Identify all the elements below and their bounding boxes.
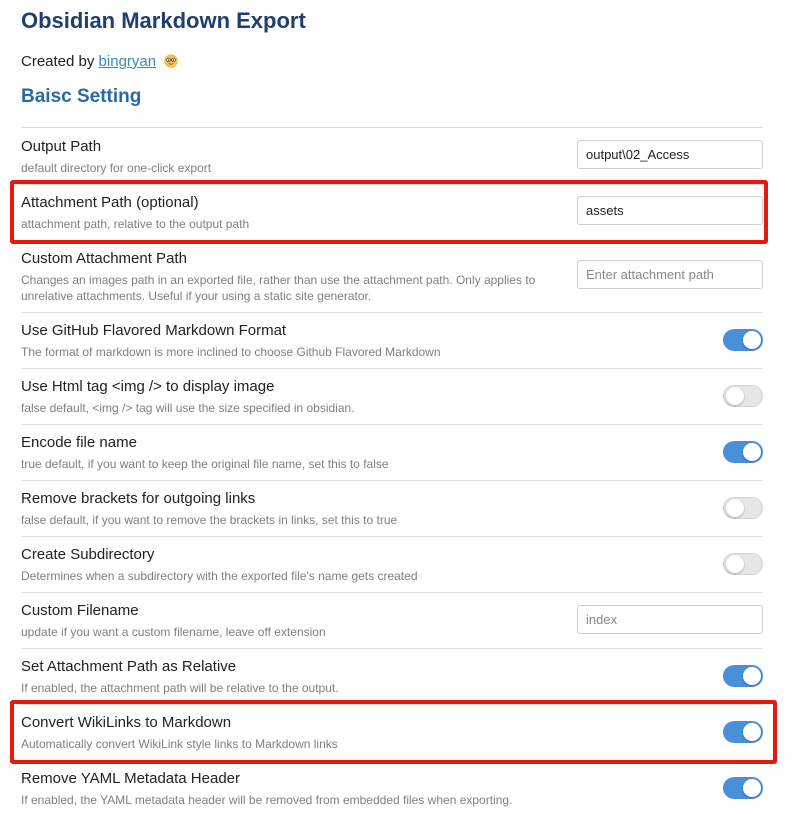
- settings-page: Obsidian Markdown Export Created by bing…: [0, 0, 806, 818]
- page-title: Obsidian Markdown Export: [21, 8, 306, 33]
- setting-title: Convert WikiLinks to Markdown: [21, 714, 232, 731]
- toggle-knob: [743, 723, 761, 741]
- setting-description: Automatically convert WikiLink style lin…: [21, 737, 338, 751]
- toggle-knob: [726, 387, 744, 405]
- remove-brackets-for-outgoing-links-toggle[interactable]: [723, 497, 763, 519]
- setting-row-encode-file-name: Encode file name true default, if you wan…: [21, 424, 763, 481]
- setting-title: Custom Filename: [21, 602, 139, 619]
- setting-description: The format of markdown is more inclined …: [21, 345, 441, 359]
- setting-description: Changes an images path in an exported fi…: [21, 273, 536, 303]
- custom-attachment-path-input[interactable]: [577, 260, 763, 289]
- setting-description: false default, if you want to remove the…: [21, 513, 398, 527]
- setting-row-remove-yaml-metadata-header: Remove YAML Metadata Header If enabled, t…: [21, 760, 763, 816]
- encode-file-name-toggle[interactable]: [723, 441, 763, 463]
- toggle-knob: [726, 555, 744, 573]
- setting-description: update if you want a custom filename, le…: [21, 625, 326, 639]
- setting-title: Remove brackets for outgoing links: [21, 490, 256, 507]
- toggle-knob: [743, 667, 761, 685]
- use-html-tag-img-to-display-image-toggle[interactable]: [723, 385, 763, 407]
- setting-row-custom-attachment-path: Custom Attachment Path Changes an images …: [21, 240, 763, 313]
- setting-title: Custom Attachment Path: [21, 250, 187, 267]
- setting-title: Use Html tag <img /> to display image: [21, 378, 275, 395]
- setting-row-attachment-path-optional: Attachment Path (optional) attachment pat…: [21, 184, 763, 241]
- setting-row-custom-filename: Custom Filename update if you want a cust…: [21, 592, 763, 649]
- setting-title: Output Path: [21, 138, 102, 155]
- toggle-knob: [743, 443, 761, 461]
- created-by-label: Created by: [21, 53, 95, 70]
- setting-row-remove-brackets-for-outgoing-links: Remove brackets for outgoing links false …: [21, 480, 763, 537]
- author-link[interactable]: bingryan: [99, 53, 157, 70]
- setting-description: true default, if you want to keep the or…: [21, 457, 389, 471]
- remove-yaml-metadata-header-toggle[interactable]: [723, 777, 763, 799]
- setting-description: false default, <img /> tag will use the …: [21, 401, 355, 415]
- setting-title: Set Attachment Path as Relative: [21, 658, 237, 675]
- set-attachment-path-as-relative-toggle[interactable]: [723, 665, 763, 687]
- use-github-flavored-markdown-format-toggle[interactable]: [723, 329, 763, 351]
- setting-row-use-html-tag-img-to-display-image: Use Html tag <img /> to display image fal…: [21, 368, 763, 425]
- setting-description: attachment path, relative to the output …: [21, 217, 250, 231]
- setting-title: Attachment Path (optional): [21, 194, 199, 211]
- attachment-path-optional-input[interactable]: [577, 196, 763, 225]
- toggle-knob: [726, 499, 744, 517]
- setting-title: Create Subdirectory: [21, 546, 155, 563]
- setting-row-output-path: Output Path default directory for one-cli…: [21, 128, 763, 185]
- setting-row-set-attachment-path-as-relative: Set Attachment Path as Relative If enable…: [21, 648, 763, 705]
- setting-description: If enabled, the attachment path will be …: [21, 681, 339, 695]
- author-line: Created by bingryan: [21, 53, 178, 70]
- output-path-input[interactable]: [577, 140, 763, 169]
- setting-row-convert-wikilinks-to-markdown: Convert WikiLinks to Markdown Automatical…: [21, 704, 763, 761]
- setting-row-create-subdirectory: Create Subdirectory Determines when a sub…: [21, 536, 763, 593]
- toggle-knob: [743, 779, 761, 797]
- setting-title: Encode file name: [21, 434, 137, 451]
- setting-description: Determines when a subdirectory with the …: [21, 569, 418, 583]
- nerd-face-icon: [164, 54, 178, 68]
- setting-title: Remove YAML Metadata Header: [21, 770, 241, 787]
- toggle-knob: [743, 331, 761, 349]
- setting-description: default directory for one-click export: [21, 161, 212, 175]
- create-subdirectory-toggle[interactable]: [723, 553, 763, 575]
- setting-title: Use GitHub Flavored Markdown Format: [21, 322, 287, 339]
- setting-row-use-github-flavored-markdown-format: Use GitHub Flavored Markdown Format The f…: [21, 312, 763, 369]
- section-title: Baisc Setting: [21, 86, 142, 107]
- setting-description: If enabled, the YAML metadata header wil…: [21, 793, 513, 807]
- convert-wikilinks-to-markdown-toggle[interactable]: [723, 721, 763, 743]
- custom-filename-input[interactable]: [577, 605, 763, 634]
